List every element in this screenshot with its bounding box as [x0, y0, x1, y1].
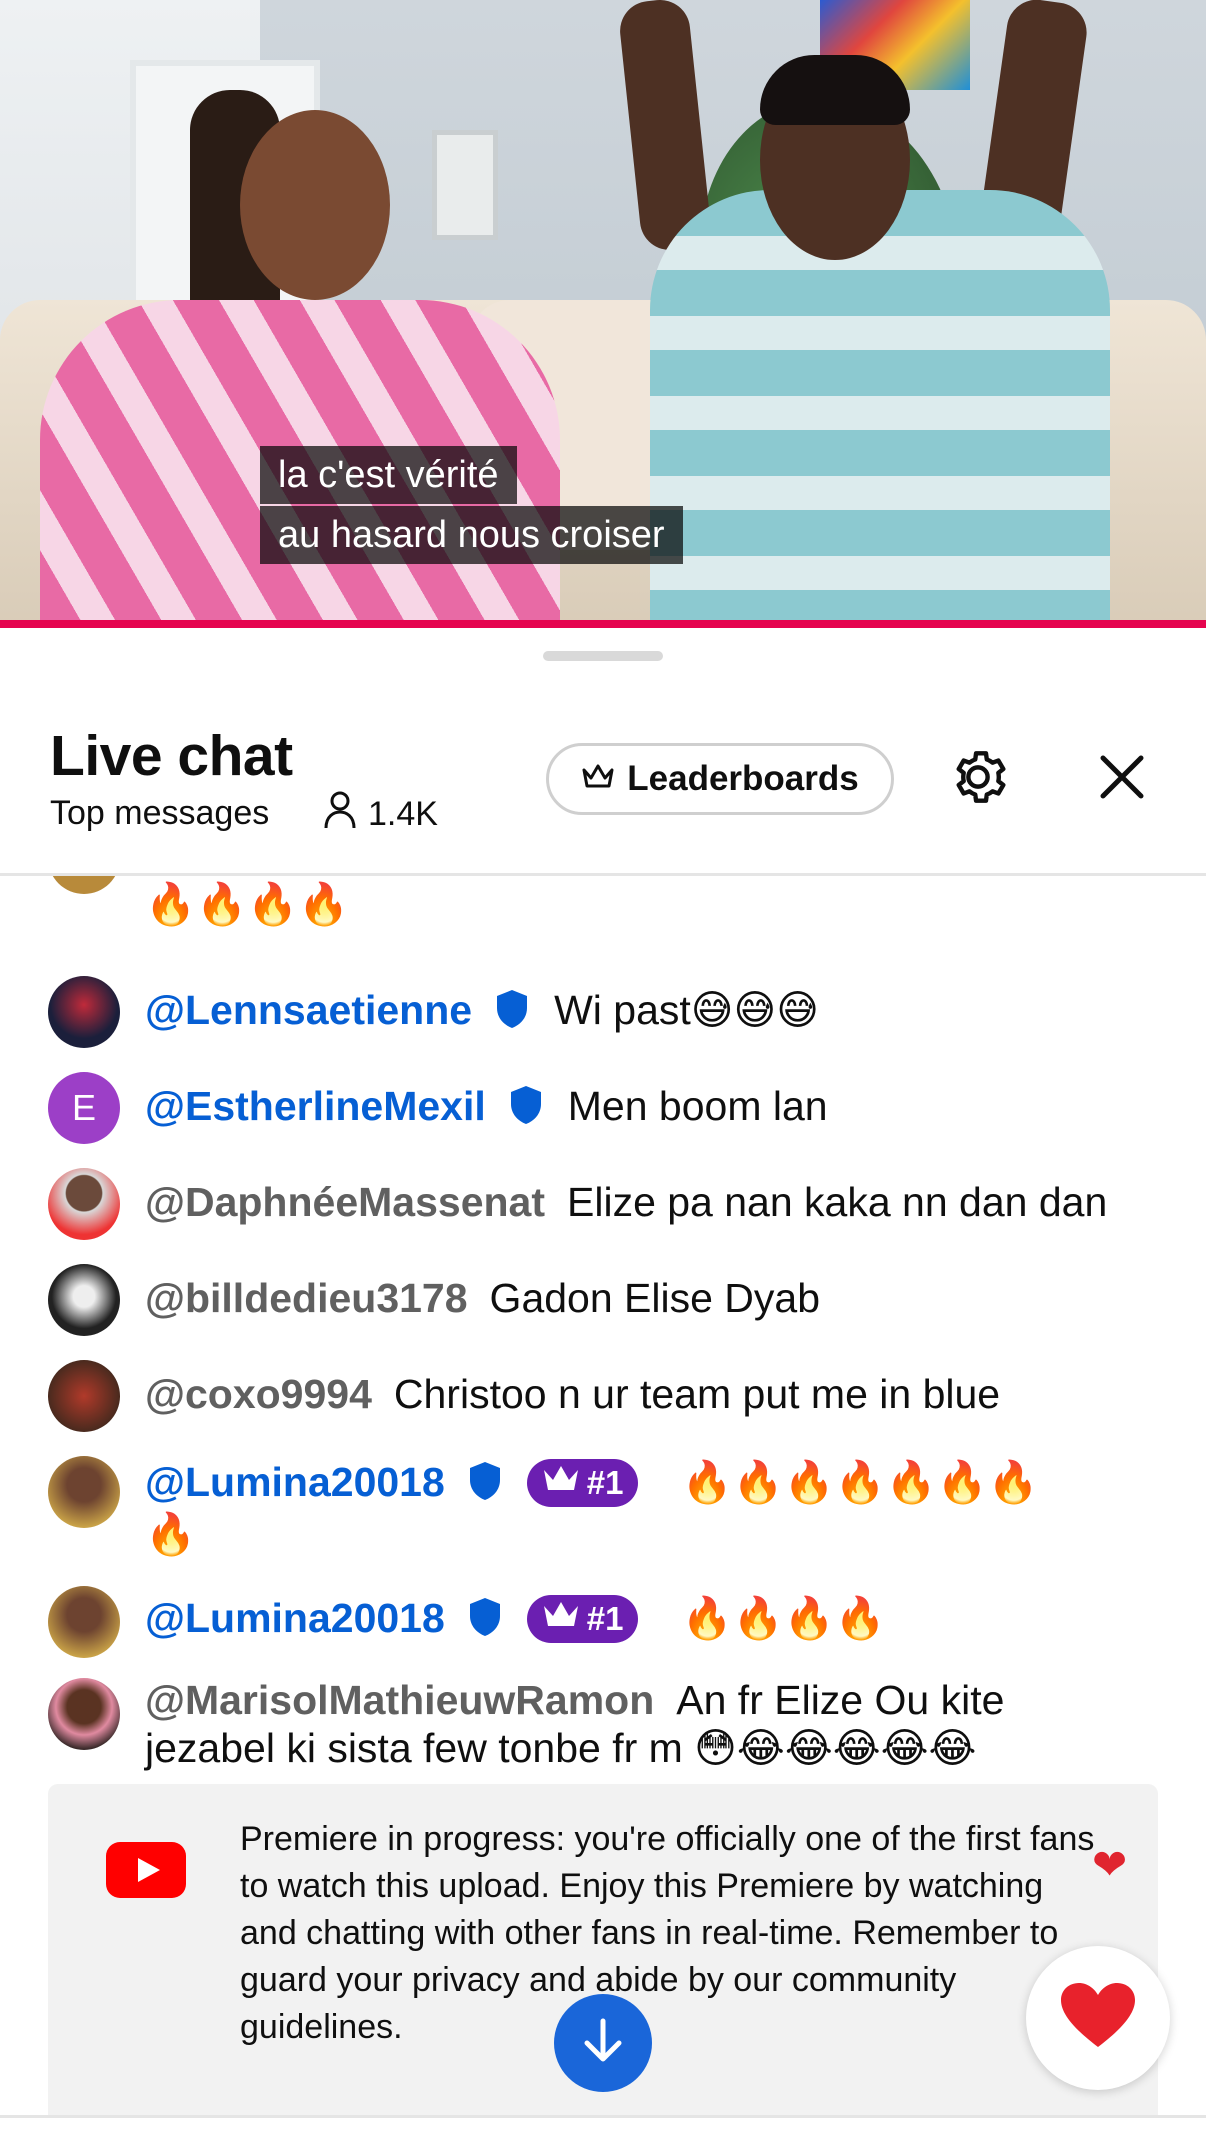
live-chat-panel: Live chat Top messages 1.4K Leaderboards…	[0, 628, 1206, 2144]
author-name[interactable]: @EstherlineMexil	[145, 1083, 486, 1129]
leaderboards-button[interactable]: Leaderboards	[546, 743, 894, 815]
message-text: 🔥🔥🔥🔥	[681, 1595, 886, 1641]
close-button[interactable]	[1082, 739, 1162, 819]
author-name[interactable]: @coxo9994	[145, 1371, 372, 1417]
message-text: 🔥🔥🔥🔥	[145, 881, 350, 927]
rank-label: #1	[586, 1600, 624, 1637]
message-text: Christoo n ur team put me in blue	[393, 1371, 1001, 1417]
video-scene-picture-frame	[432, 130, 498, 240]
avatar[interactable]	[48, 1168, 120, 1240]
message-text-continued: 🔥	[145, 1511, 197, 1557]
leaderboards-label: Leaderboards	[627, 759, 859, 798]
youtube-logo-icon	[106, 1842, 186, 1903]
message-row-continued: 🔥	[145, 1510, 1166, 1558]
message-row: @Lumina20018 #1 🔥🔥🔥🔥🔥🔥🔥	[145, 1458, 1166, 1512]
caption-line-2: au hasard nous croiser	[260, 506, 683, 564]
scroll-to-bottom-button[interactable]	[554, 1994, 652, 2092]
message-text-row: 🔥🔥🔥🔥	[145, 880, 1166, 928]
verified-shield-icon	[467, 1596, 503, 1648]
leaderboard-rank-badge[interactable]: #1	[526, 1595, 638, 1643]
message-row: @MarisolMathieuwRamon An fr Elize Ou kite	[145, 1676, 1166, 1724]
author-name[interactable]: @billdedieu3178	[145, 1275, 468, 1321]
message-text: Men boom lan	[567, 1083, 828, 1129]
rank-label: #1	[586, 1464, 624, 1501]
message-text: 🔥🔥🔥🔥🔥🔥🔥	[681, 1459, 1039, 1505]
avatar[interactable]	[48, 1264, 120, 1336]
bottom-divider	[0, 2115, 1206, 2118]
avatar[interactable]	[48, 1456, 120, 1528]
video-player[interactable]: la c'est vérité au hasard nous croiser	[0, 0, 1206, 628]
message-row: @billdedieu3178 Gadon Elise Dyab	[145, 1274, 1166, 1322]
author-name[interactable]: @Lumina20018	[145, 1459, 445, 1505]
author-name[interactable]: @DaphnéeMassenat	[145, 1179, 545, 1225]
message-text: Wi past😅😅😅	[554, 987, 819, 1033]
drag-handle[interactable]	[543, 651, 663, 661]
leaderboard-rank-badge[interactable]: #1	[526, 1459, 638, 1507]
message-row-continued: jezabel ki sista few tonbe fr m 😳😂😂😂😂😂	[145, 1724, 1166, 1772]
settings-button[interactable]	[938, 739, 1018, 819]
author-name[interactable]: @Lumina20018	[145, 1595, 445, 1641]
verified-shield-icon	[494, 988, 530, 1040]
author-name[interactable]: @Lennsaetienne	[145, 987, 472, 1033]
chat-message-list[interactable]: 🔥🔥🔥🔥 @Lennsaetienne Wi past😅😅😅 E @Estherl…	[0, 876, 1206, 2116]
avatar[interactable]	[48, 1360, 120, 1432]
viewer-count: 1.4K	[322, 790, 438, 839]
chat-title: Live chat	[50, 724, 293, 788]
author-name[interactable]: @MarisolMathieuwRamon	[145, 1677, 654, 1723]
message-row: @EstherlineMexil Men boom lan	[145, 1082, 1166, 1136]
gear-icon	[945, 744, 1011, 815]
video-scene-person-right-hair	[760, 55, 910, 125]
message-row: @Lumina20018 #1 🔥🔥🔥🔥	[145, 1594, 1166, 1648]
reaction-heart-button[interactable]	[1026, 1946, 1170, 2090]
message-row: @coxo9994 Christoo n ur team put me in bl…	[145, 1370, 1166, 1418]
person-icon	[322, 790, 358, 839]
avatar[interactable]: E	[48, 1072, 120, 1144]
heart-icon	[1059, 1981, 1137, 2056]
crown-icon	[541, 1595, 581, 1643]
message-row: @Lennsaetienne Wi past😅😅😅	[145, 986, 1166, 1040]
video-scene-person-right	[650, 190, 1110, 628]
message-text: Gadon Elise Dyab	[489, 1275, 821, 1321]
premiere-notice-text: Premiere in progress: you're officially …	[240, 1820, 1095, 2046]
avatar[interactable]	[48, 976, 120, 1048]
verified-shield-icon	[508, 1084, 544, 1136]
chat-mode-selector[interactable]: Top messages	[50, 794, 269, 833]
close-icon	[1097, 752, 1147, 807]
message-row: @DaphnéeMassenat Elize pa nan kaka nn dan…	[145, 1178, 1166, 1226]
crown-icon	[581, 759, 615, 799]
viewer-count-value: 1.4K	[368, 795, 438, 833]
avatar[interactable]	[48, 1678, 120, 1750]
avatar[interactable]	[48, 876, 120, 894]
message-text: Elize pa nan kaka nn dan dan	[567, 1179, 1108, 1225]
avatar[interactable]	[48, 1586, 120, 1658]
message-text-continued: jezabel ki sista few tonbe fr m 😳😂😂😂😂😂	[145, 1725, 977, 1771]
crown-icon	[541, 1459, 581, 1507]
caption-line-1: la c'est vérité	[260, 446, 517, 504]
arrow-down-icon	[575, 2013, 631, 2074]
message-text: An fr Elize Ou kite	[676, 1677, 1005, 1723]
video-progress-bar[interactable]	[0, 620, 1206, 628]
floating-heart-icon: ❤	[1092, 1841, 1128, 1888]
verified-shield-icon	[467, 1460, 503, 1512]
video-scene-person-left-head	[240, 110, 390, 300]
